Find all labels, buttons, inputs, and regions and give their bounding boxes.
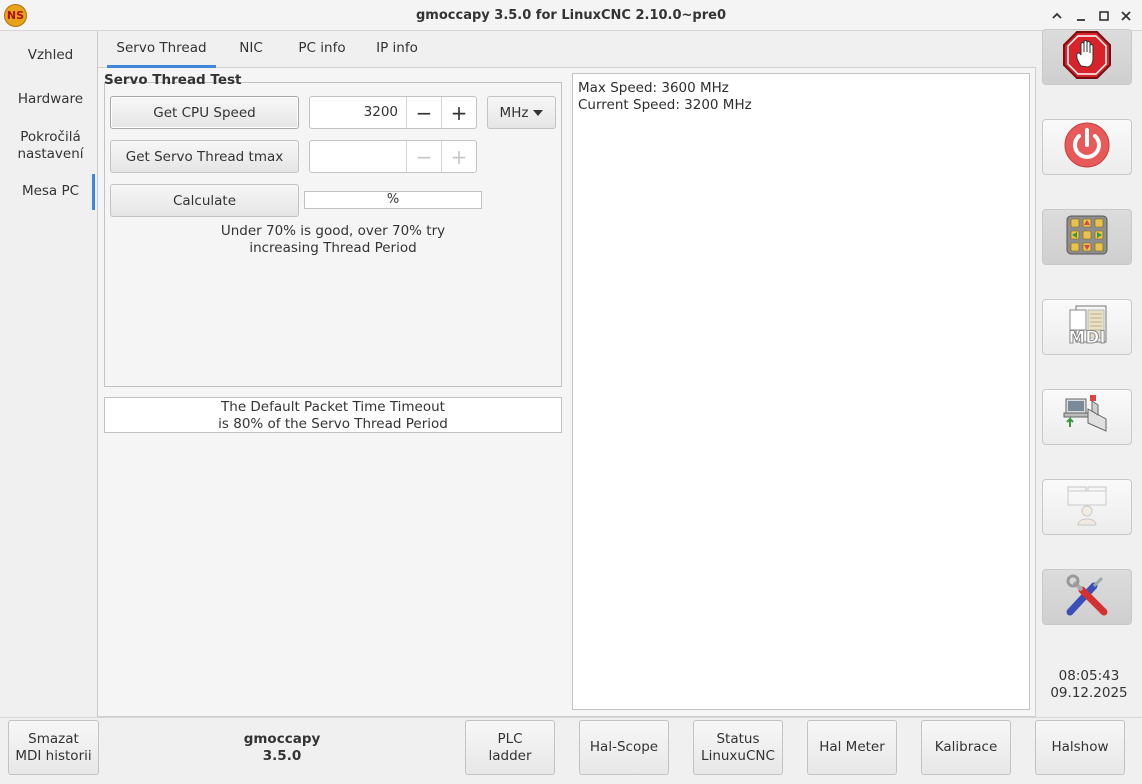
halshow-button[interactable]: Halshow [1035,720,1125,775]
chevron-up-icon[interactable] [1047,6,1067,26]
output-textview[interactable]: Max Speed: 3600 MHz Current Speed: 3200 … [572,73,1030,710]
tabs-divider [98,67,1036,68]
button-label-line: ladder [488,747,532,764]
plc-ladder-button[interactable]: PLC ladder [465,720,555,775]
button-label-line: LinuxuCNC [701,747,775,764]
output-line: Current Speed: 3200 MHz [578,97,752,113]
close-icon[interactable] [1116,6,1136,26]
calibration-button[interactable]: Kalibrace [921,720,1011,775]
power-icon [1063,121,1111,173]
sidebar-item-hardware[interactable]: Hardware [3,91,98,108]
jog-keypad-icon [1066,215,1108,259]
frame-title: Servo Thread Test [104,72,242,88]
user-tools-button[interactable] [1042,479,1132,535]
emergency-stop-button[interactable] [1042,29,1132,85]
note-line: is 80% of the Servo Thread Period [218,416,448,432]
cpu-speed-spinbutton: 3200 − + [309,96,477,129]
app-name-version: gmoccapy 3.5.0 [222,731,342,765]
cpu-speed-value[interactable]: 3200 [310,97,406,128]
get-cpu-speed-button[interactable]: Get CPU Speed [110,96,299,129]
clock-time: 08:05:43 [1058,668,1120,684]
sidebar-item-mesa-pc[interactable]: Mesa PC [3,183,98,200]
auto-mode-button[interactable] [1042,389,1132,445]
threshold-note: Under 70% is good, over 70% try increasi… [104,223,562,257]
note-line: increasing Thread Period [249,240,417,256]
tmax-value[interactable] [310,141,406,172]
tab-pc-info[interactable]: PC info [287,31,357,68]
settings-sidebar: Vzhled Hardware Pokročilá nastavení Mesa… [3,31,98,715]
sidebar-item-label: nastavení [17,146,84,162]
plus-icon: + [441,141,476,172]
hal-scope-button[interactable]: Hal-Scope [579,720,669,775]
tab-servo-thread[interactable]: Servo Thread [107,31,216,68]
button-label-line: Smazat [28,730,79,747]
minus-icon[interactable]: − [406,97,441,128]
note-line: The Default Packet Time Timeout [221,399,445,415]
tab-ip-info[interactable]: IP info [367,31,427,68]
window-title: gmoccapy 3.5.0 for LinuxCNC 2.10.0~pre0 [416,8,726,23]
mdi-icon-label: MDI [1068,328,1106,349]
clock-date: 09.12.2025 [1050,685,1128,701]
note-line: Under 70% is good, over 70% try [220,223,446,239]
clear-mdi-history-button[interactable]: Smazat MDI historii [8,720,99,775]
cnc-machine-icon [1062,393,1112,441]
mdi-icon: MDI [1064,304,1110,350]
packet-timeout-note: The Default Packet Time Timeout is 80% o… [104,397,562,433]
unit-selected: MHz [499,104,529,121]
user-tools-icon [1064,483,1110,531]
sidebar-item-label: Pokročilá [20,129,81,145]
caret-down-icon [533,109,544,116]
app-logo-icon: NS [4,4,27,27]
output-line: Max Speed: 3600 MHz [578,80,729,96]
stop-hand-icon [1062,30,1112,84]
settings-button[interactable] [1042,569,1132,625]
mdi-mode-button[interactable]: MDI [1042,299,1132,355]
hal-meter-button[interactable]: Hal Meter [807,720,897,775]
get-servo-thread-tmax-button[interactable]: Get Servo Thread tmax [110,140,299,173]
button-label-line: MDI historii [15,747,92,764]
button-label-line: PLC [497,730,523,747]
tools-icon [1064,572,1110,622]
tab-nic[interactable]: NIC [227,31,275,68]
status-linuxcnc-button[interactable]: Status LinuxuCNC [693,720,783,775]
plus-icon[interactable]: + [441,97,476,128]
active-tab-indicator [107,65,216,68]
sidebar-item-appearance[interactable]: Vzhled [3,47,98,64]
maximize-icon[interactable] [1094,6,1114,26]
minus-icon: − [406,141,441,172]
sidebar-item-advanced-settings[interactable]: Pokročilá nastavení [3,129,98,163]
calculate-button[interactable]: Calculate [110,184,299,217]
tmax-spinbutton: − + [309,140,477,173]
clock: 08:05:43 09.12.2025 [1036,668,1142,702]
app-name: gmoccapy [243,731,321,747]
app-version: 3.5.0 [262,748,302,764]
minimize-icon[interactable] [1071,6,1091,26]
percent-progress-bar: % [304,191,482,209]
unit-dropdown[interactable]: MHz [487,96,556,129]
sidebar-active-indicator [92,174,95,210]
machine-power-button[interactable] [1042,119,1132,175]
manual-mode-button[interactable] [1042,209,1132,265]
button-label-line: Status [716,730,760,747]
